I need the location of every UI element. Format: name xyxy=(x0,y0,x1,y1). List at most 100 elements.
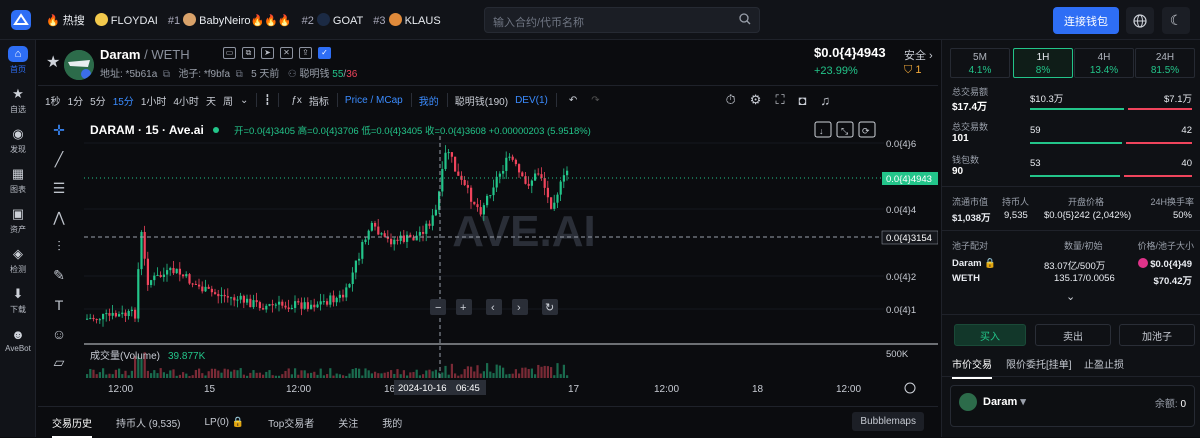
safety-warning[interactable]: ⛉ 1 xyxy=(904,64,921,77)
camera-icon[interactable]: ◘ xyxy=(799,93,807,108)
brush-icon[interactable]: ✎ xyxy=(38,261,80,290)
tab-top-traders[interactable]: Top交易者 xyxy=(268,415,314,430)
mine-toggle[interactable]: 我的 xyxy=(419,93,439,108)
emoji-icon[interactable]: ☺ xyxy=(38,319,80,348)
interval-week[interactable]: 周 xyxy=(223,93,233,108)
hot-item-klaus[interactable]: #3 KLAUS xyxy=(373,12,441,27)
volume-bar xyxy=(415,369,418,378)
search-input[interactable]: 输入合约/代币名称 xyxy=(484,7,760,33)
volume-bar xyxy=(390,370,393,378)
interval-1s[interactable]: 1秒 xyxy=(45,93,61,108)
telegram-icon[interactable]: ➤ xyxy=(261,47,274,59)
x-icon[interactable]: ✕ xyxy=(280,47,293,59)
interval-1m[interactable]: 1分 xyxy=(68,93,84,108)
chevron-down-icon[interactable]: ⌄ xyxy=(240,95,248,106)
volume-bar xyxy=(460,374,463,378)
ave-logo-icon[interactable] xyxy=(6,5,36,35)
fullscreen-icon[interactable]: ⛶ xyxy=(775,92,784,108)
nav-item-avebot[interactable]: ☻ AveBot xyxy=(0,320,36,360)
pool-label[interactable]: 池子: *f9bfa xyxy=(178,69,230,80)
chart-settings-icon[interactable] xyxy=(904,382,916,394)
candle-body xyxy=(399,235,402,241)
nav-item-charts[interactable]: ▦ 图表 xyxy=(0,160,36,200)
moon-icon[interactable]: ☾ xyxy=(1162,7,1190,34)
nav-item-assets[interactable]: ▣ 资产 xyxy=(0,200,36,240)
settings-gear-icon[interactable]: ⚙ xyxy=(750,92,762,108)
crosshair-icon[interactable]: ✛ xyxy=(38,116,80,145)
globe-icon[interactable] xyxy=(1126,7,1154,34)
buy-button[interactable]: 买入 xyxy=(954,324,1026,346)
timeframe-5m[interactable]: 5M 4.1% xyxy=(950,48,1010,78)
website-icon[interactable]: ▭ xyxy=(223,47,236,59)
volume-bar xyxy=(162,372,165,378)
connect-wallet-button[interactable]: 连接钱包 xyxy=(1053,7,1119,34)
text-tool-icon[interactable]: T xyxy=(38,290,80,319)
nav-item-detect[interactable]: ◈ 检测 xyxy=(0,240,36,280)
token-header: ★ Daram / WETH ▭ ⧉ ➤ ✕ ⇪ ✓ 地址: *5b61a ⧉ … xyxy=(38,40,938,86)
pattern-icon[interactable]: ⋀ xyxy=(38,203,80,232)
tab-tp-sl[interactable]: 止盈止损 xyxy=(1084,356,1124,371)
candle-body xyxy=(390,238,393,245)
tab-mine[interactable]: 我的 xyxy=(382,415,402,430)
candle-body xyxy=(278,301,281,305)
interval-day[interactable]: 天 xyxy=(206,93,216,108)
tab-trade-history[interactable]: 交易历史 xyxy=(52,415,92,438)
token-select[interactable]: Daram ▾ xyxy=(983,395,1026,408)
volume-bar xyxy=(457,375,460,378)
sell-button[interactable]: 卖出 xyxy=(1035,324,1111,346)
tab-follow[interactable]: 关注 xyxy=(338,415,358,430)
redo-icon[interactable]: ↷ xyxy=(591,95,599,106)
ruler-icon[interactable]: ▱ xyxy=(38,348,80,377)
candlestick-chart[interactable]: AVE.AI DARAM · 15 · Ave.ai 开=0.0{4}3405 … xyxy=(84,116,939,406)
timeframe-1h[interactable]: 1H 8% xyxy=(1013,48,1073,78)
interval-1h[interactable]: 1小时 xyxy=(141,93,167,108)
indicator-icon[interactable]: ƒx xyxy=(291,95,302,106)
favorite-star-icon[interactable]: ★ xyxy=(46,52,60,72)
nav-item-download[interactable]: ⬇ 下载 xyxy=(0,280,36,320)
horizontal-lines-icon[interactable]: ☰ xyxy=(38,174,80,203)
timeframe-4h[interactable]: 4H 13.4% xyxy=(1074,48,1134,78)
indicator-button[interactable]: 指标 xyxy=(309,93,329,108)
copy-icon[interactable]: ⧉ xyxy=(242,47,255,59)
dev-toggle[interactable]: DEV(1) xyxy=(515,95,548,106)
nav-item-discover[interactable]: ◉ 发现 xyxy=(0,120,36,160)
timeframe-24h[interactable]: 24H 81.5% xyxy=(1135,48,1195,78)
volume-bar xyxy=(188,375,191,378)
expand-chevron-icon[interactable]: ⌄ xyxy=(1066,290,1075,303)
hot-item-goat[interactable]: #2 GOAT xyxy=(302,12,363,27)
price-mcap-toggle[interactable]: Price / MCap xyxy=(345,95,403,106)
interval-4h[interactable]: 4小时 xyxy=(173,93,199,108)
bubblemaps-button[interactable]: Bubblemaps xyxy=(852,412,924,431)
nav-item-favorites[interactable]: ★ 自选 xyxy=(0,80,36,120)
token-meta: 地址: *5b61a ⧉ 池子: *f9bfa ⧉ 5 天前 ⚇ 聪明钱 55/… xyxy=(100,69,358,80)
undo-icon[interactable]: ↶ xyxy=(569,95,577,106)
add-pool-button[interactable]: 加池子 xyxy=(1119,324,1195,346)
tab-holders[interactable]: 持币人 (9,535) xyxy=(116,415,180,430)
fib-icon[interactable]: ⫶ xyxy=(38,232,80,261)
candle-body xyxy=(505,157,508,172)
hot-item-floydai[interactable]: FLOYDAI xyxy=(94,12,158,27)
candle-body xyxy=(108,313,111,316)
nav-item-home[interactable]: ⌂ 首页 xyxy=(0,40,36,80)
volume-bar xyxy=(204,375,207,378)
smart-money-toggle[interactable]: 聪明钱(190) xyxy=(455,93,508,108)
share-icon[interactable]: ⇪ xyxy=(299,47,312,59)
volume-bar xyxy=(511,373,514,378)
volume-bar xyxy=(383,372,386,378)
candle-type-icon[interactable]: ┇ xyxy=(264,95,270,106)
address-label[interactable]: 地址: *5b61a xyxy=(100,69,157,80)
safety-label[interactable]: 安全 › xyxy=(904,47,933,63)
bell-icon[interactable]: ♫ xyxy=(820,93,830,108)
tab-limit-order[interactable]: 限价委托[挂单] xyxy=(1006,356,1072,371)
alert-clock-icon[interactable]: ⏱ xyxy=(726,92,736,108)
interval-15m[interactable]: 15分 xyxy=(113,93,134,108)
trend-line-icon[interactable]: ╱ xyxy=(38,145,80,174)
interval-5m[interactable]: 5分 xyxy=(90,93,106,108)
hot-item-babyneiro[interactable]: #1 BabyNeiro🔥🔥🔥 xyxy=(168,12,292,27)
verify-icon[interactable]: ✓ xyxy=(318,47,331,59)
tab-lp[interactable]: LP(0) 🔒 xyxy=(204,417,244,428)
candle-body xyxy=(486,195,489,206)
volume-bar xyxy=(178,374,181,378)
pay-token-box[interactable]: Daram ▾ 余额: 0 xyxy=(950,385,1195,427)
price-chart[interactable]: AVE.AI DARAM · 15 · Ave.ai 开=0.0{4}3405 … xyxy=(84,116,939,406)
